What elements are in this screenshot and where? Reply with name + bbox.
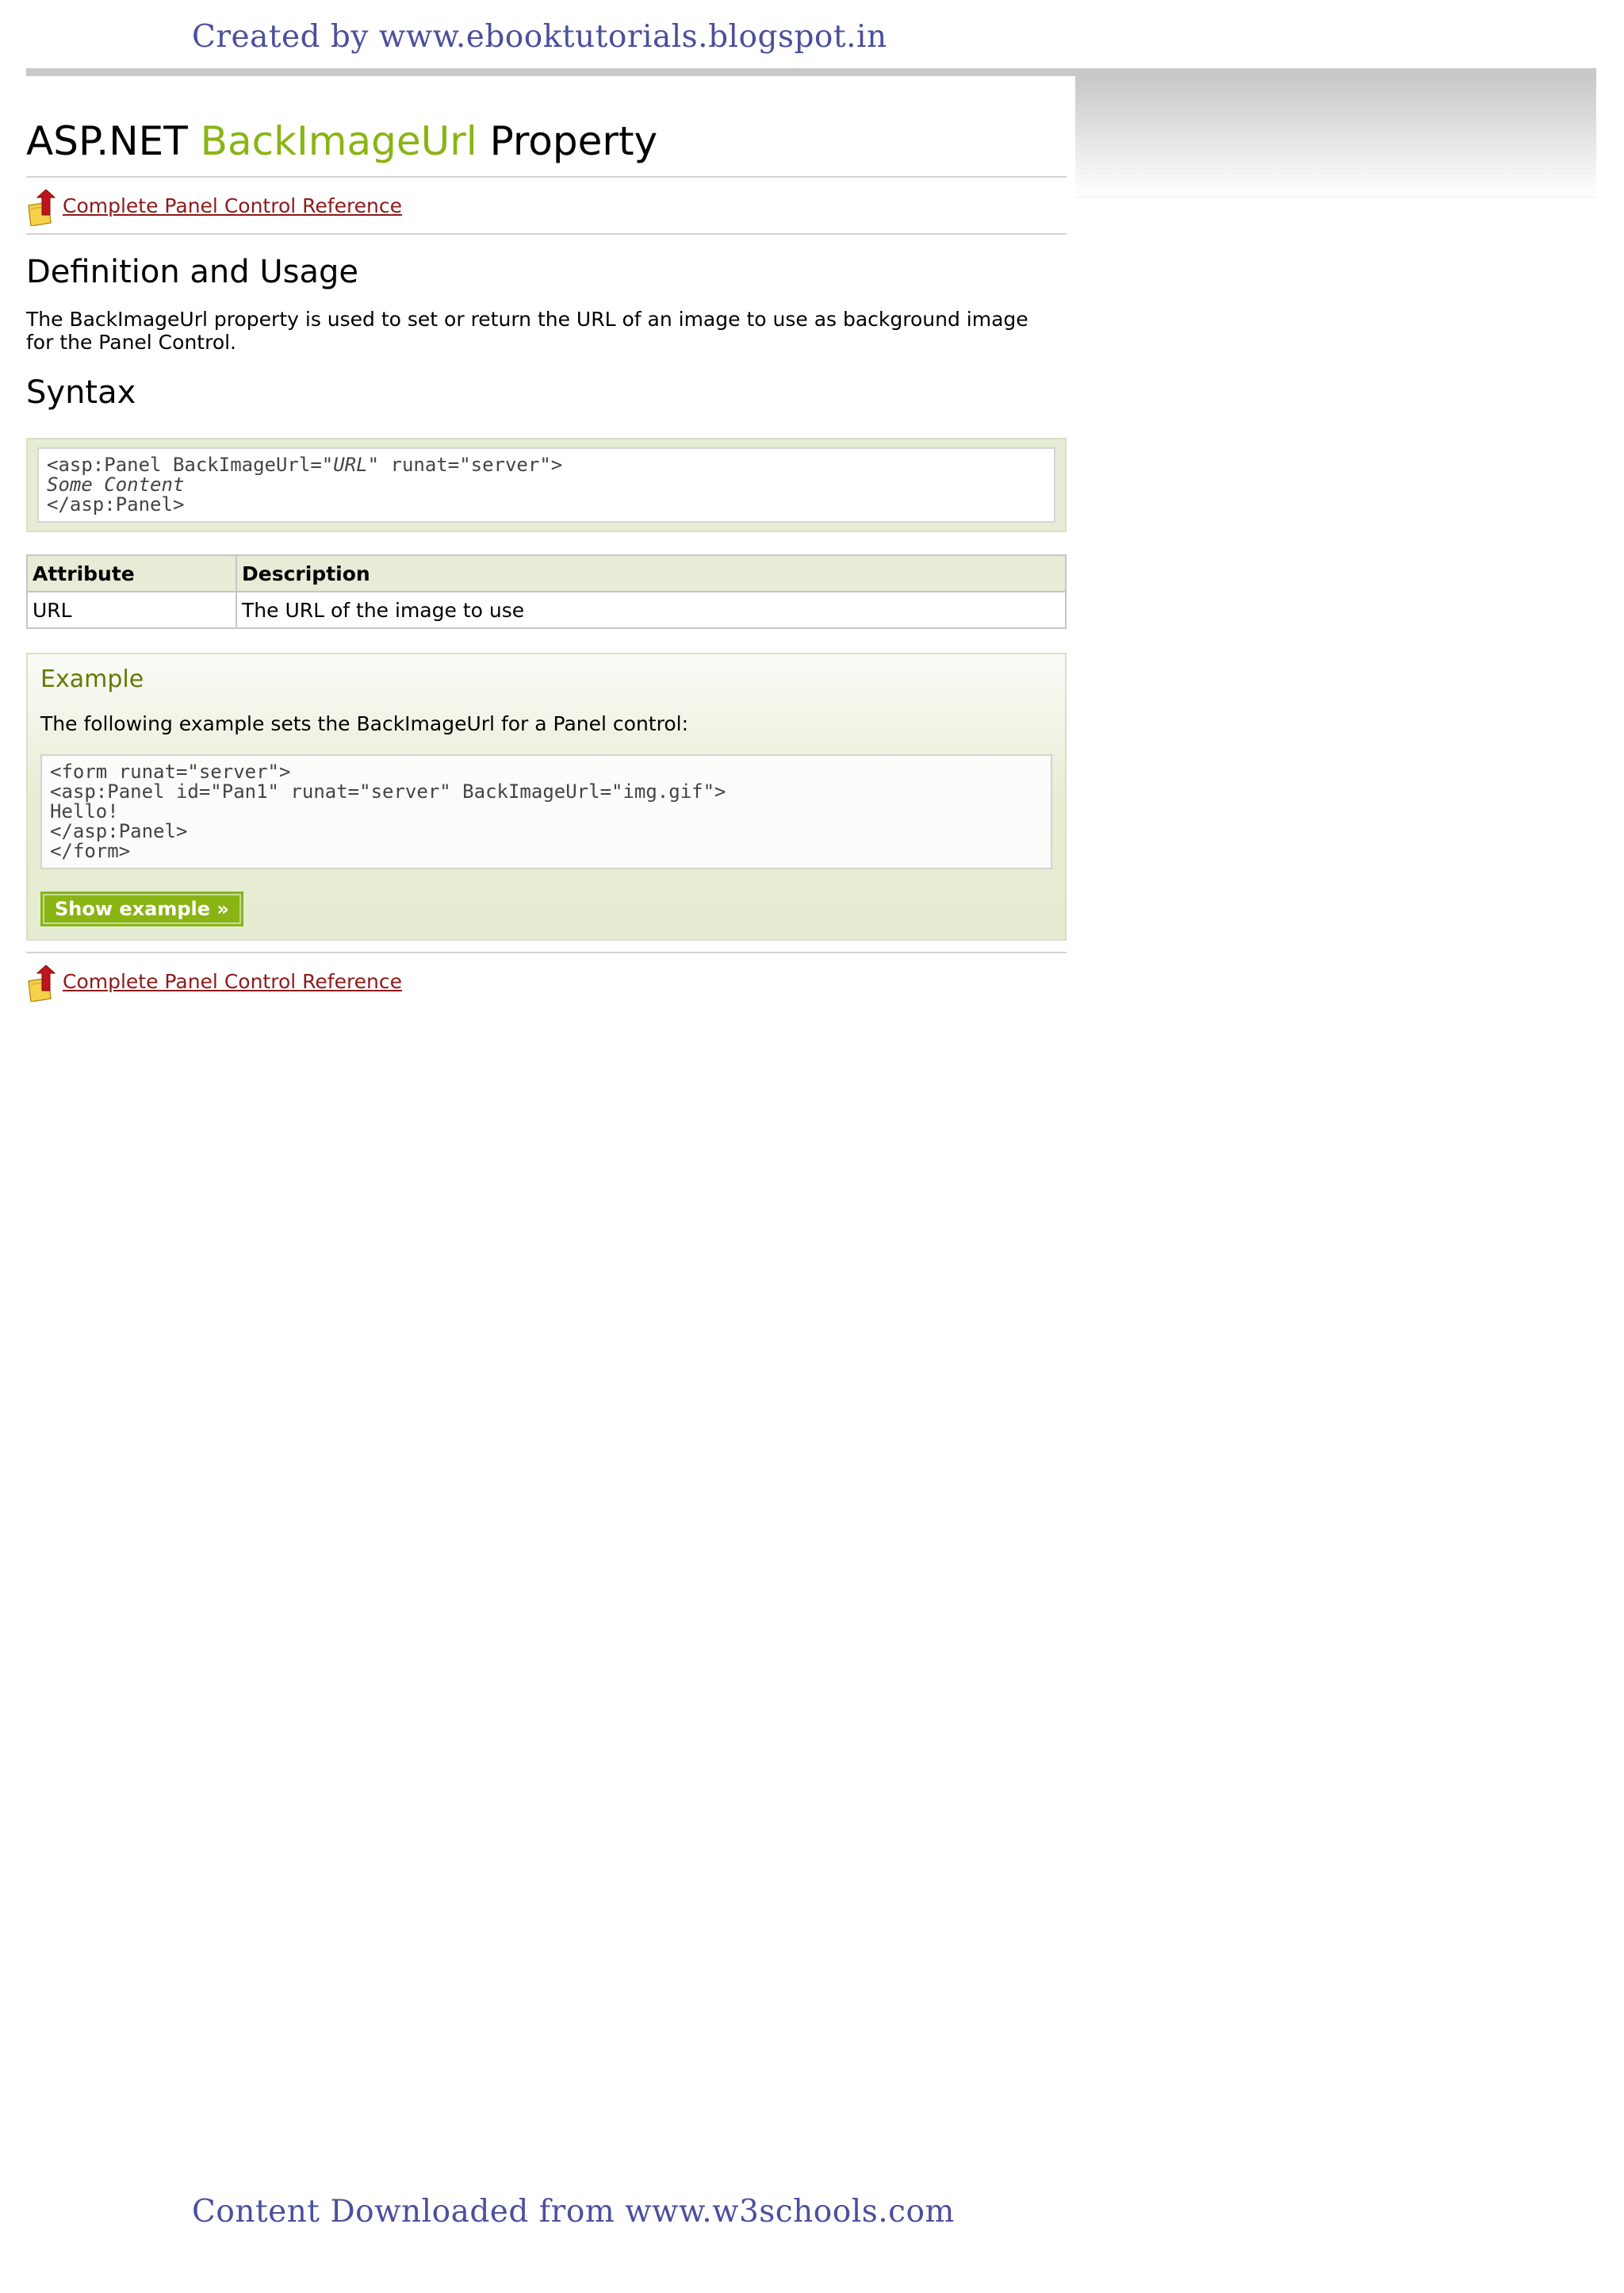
complete-panel-reference-link-top[interactable]: Complete Panel Control Reference <box>63 194 402 217</box>
folder-up-arrow-icon <box>26 964 59 1003</box>
example-text: The following example sets the BackImage… <box>40 712 689 735</box>
complete-panel-reference-link-bottom[interactable]: Complete Panel Control Reference <box>63 970 402 993</box>
title-suffix: Property <box>477 118 658 164</box>
syntax-heading: Syntax <box>26 374 136 411</box>
table-header-description: Description <box>236 554 1067 592</box>
example-heading: Example <box>40 665 144 693</box>
title-prefix: ASP.NET <box>26 118 201 164</box>
syntax-code: <asp:Panel BackImageUrl="URL" runat="ser… <box>37 447 1055 523</box>
example-box: Example The following example sets the B… <box>26 653 1067 941</box>
reference-link-row: Complete Panel Control Reference <box>26 178 1067 233</box>
syntax-line-2: Some Content <box>47 475 1046 495</box>
syntax-url-placeholder: URL <box>333 454 368 476</box>
bottom-reference-wrap: Complete Panel Control Reference <box>26 952 1067 1009</box>
table-cell-description: The URL of the image to use <box>236 591 1067 629</box>
table-header-row: Attribute Description <box>26 554 1067 592</box>
footer-credit: Content Downloaded from www.w3schools.co… <box>192 2194 955 2230</box>
show-example-button[interactable]: Show example » <box>40 892 243 926</box>
syntax-line-3: </asp:Panel> <box>47 493 185 516</box>
right-shade <box>1075 76 1596 197</box>
header-credit: Created by www.ebooktutorials.blogspot.i… <box>192 19 887 55</box>
main-content: ASP.NET BackImageUrl Property Complete P… <box>26 76 1067 1009</box>
reference-link-row: Complete Panel Control Reference <box>26 953 1067 1009</box>
example-code: <form runat="server"> <asp:Panel id="Pan… <box>40 754 1052 869</box>
syntax-content-placeholder: Some Content <box>47 474 185 496</box>
top-bar <box>26 68 1596 76</box>
title-accent: BackImageUrl <box>200 118 477 164</box>
table-cell-attribute: URL <box>26 591 237 629</box>
definition-text: The BackImageUrl property is used to set… <box>26 308 1028 354</box>
table-row: URL The URL of the image to use <box>26 591 1067 629</box>
folder-up-arrow-icon <box>26 189 59 227</box>
table-header-attribute: Attribute <box>26 554 237 592</box>
syntax-box: <asp:Panel BackImageUrl="URL" runat="ser… <box>26 438 1067 532</box>
syntax-line-1: <asp:Panel BackImageUrl="URL" runat="ser… <box>47 455 1046 475</box>
definition-heading: Definition and Usage <box>26 254 359 290</box>
example-code-text: <form runat="server"> <asp:Panel id="Pan… <box>50 761 726 862</box>
syntax-line-1-end: " runat="server"> <box>367 454 563 476</box>
page-title: ASP.NET BackImageUrl Property <box>26 76 1067 176</box>
syntax-line-1-start: <asp:Panel BackImageUrl=" <box>47 454 334 476</box>
attribute-table: Attribute Description URL The URL of the… <box>26 554 1067 629</box>
